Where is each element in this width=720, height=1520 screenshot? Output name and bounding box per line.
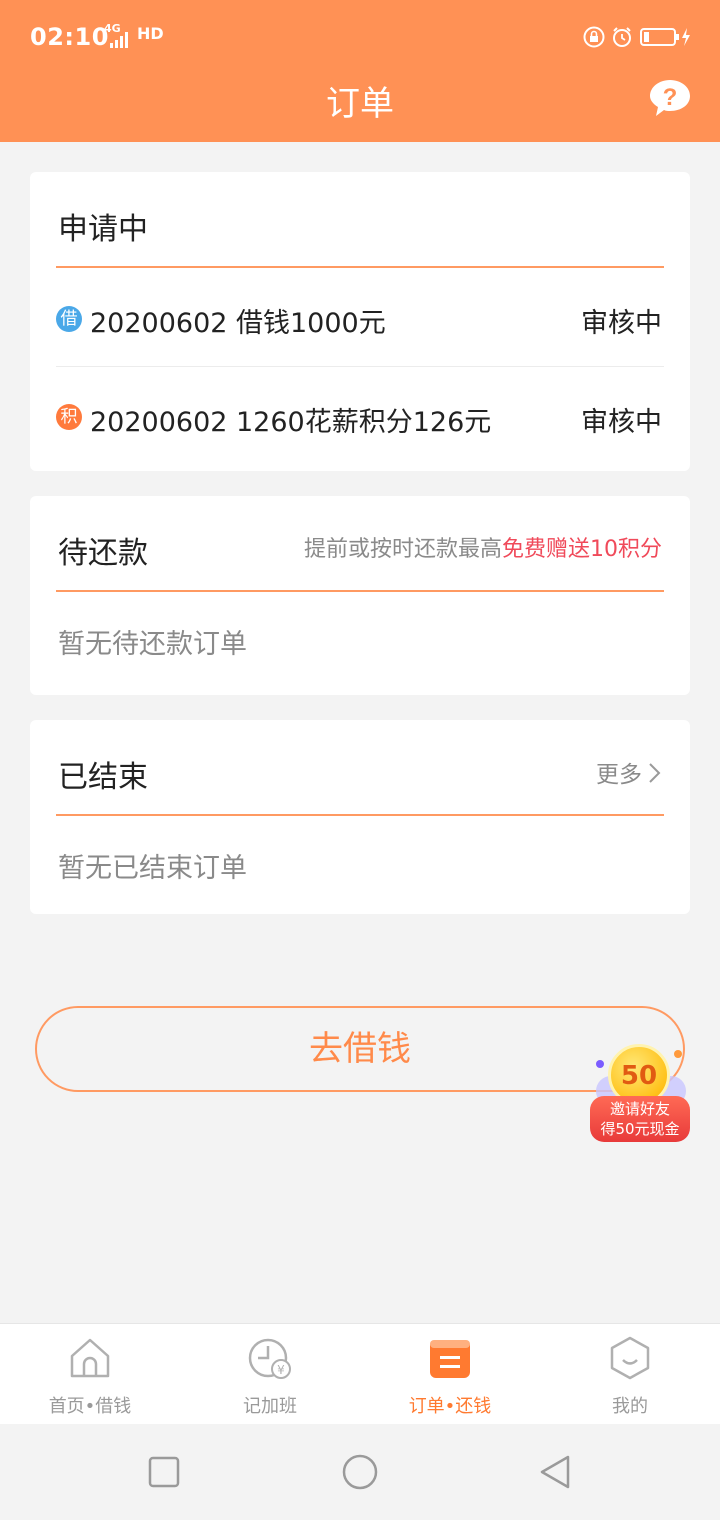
status-bar: 02:10 4G HD xyxy=(0,18,720,58)
home-circle-icon[interactable] xyxy=(342,1454,378,1490)
battery-icon xyxy=(640,28,679,46)
tab-mine[interactable]: 我的 xyxy=(540,1324,720,1424)
back-triangle-icon[interactable] xyxy=(538,1454,574,1490)
invite-friends-badge[interactable]: 50 邀请好友 得50元现金 xyxy=(590,1040,692,1142)
pending-empty-text: 暂无待还款订单 xyxy=(58,629,247,660)
invite-line1: 邀请好友 xyxy=(609,1100,670,1118)
bottom-tab-bar: 首页•借钱 ¥ 记加班 订单•还钱 我的 xyxy=(0,1323,720,1424)
svg-text:?: ? xyxy=(663,84,678,111)
repay-hint-highlight: 免费赠送10积分 xyxy=(502,537,662,562)
alarm-icon xyxy=(613,27,631,47)
divider xyxy=(56,590,664,592)
decoration xyxy=(674,1050,682,1058)
finished-empty-text: 暂无已结束订单 xyxy=(58,853,247,884)
finished-title: 已结束 xyxy=(58,760,148,795)
loan-badge-icon: 借 xyxy=(56,306,82,332)
recents-square-icon[interactable] xyxy=(146,1454,182,1490)
tab-label: 记加班 xyxy=(243,1396,297,1417)
question-icon[interactable]: ? xyxy=(648,78,692,118)
status-time: 02:10 xyxy=(30,23,109,51)
more-link[interactable]: 更多 xyxy=(596,755,662,789)
tab-label: 订单•还钱 xyxy=(408,1396,492,1417)
signal-icon xyxy=(110,32,128,48)
repay-hint: 提前或按时还款最高免费赠送10积分 xyxy=(304,531,662,563)
more-label: 更多 xyxy=(596,762,642,788)
header-bar: 02:10 4G HD 订单 ? xyxy=(0,0,720,142)
row-divider xyxy=(56,366,664,367)
pending-title: 待还款 xyxy=(58,536,148,571)
charging-icon xyxy=(682,28,690,46)
pending-card: 待还款 提前或按时还款最高免费赠送10积分 暂无待还款订单 xyxy=(30,496,690,695)
svg-text:¥: ¥ xyxy=(277,1363,285,1377)
tab-label: 首页•借钱 xyxy=(48,1396,132,1417)
profile-smile-icon xyxy=(610,1336,650,1380)
hd-indicator: HD xyxy=(137,24,164,43)
finished-card: 已结束 更多 暂无已结束订单 xyxy=(30,720,690,914)
applying-card: 申请中 借 20200602 借钱1000元 审核中 积 20200602 12… xyxy=(30,172,690,471)
order-text: 20200602 1260花薪积分126元 xyxy=(90,407,492,438)
tab-home[interactable]: 首页•借钱 xyxy=(0,1324,180,1424)
applying-title: 申请中 xyxy=(58,212,148,247)
clock-yen-icon: ¥ xyxy=(248,1338,291,1379)
points-badge-icon: 积 xyxy=(56,404,82,430)
lock-icon xyxy=(583,26,605,48)
system-nav-bar xyxy=(0,1424,720,1520)
borrow-button[interactable]: 去借钱 xyxy=(35,1006,685,1092)
order-status: 审核中 xyxy=(581,308,662,339)
order-list-icon xyxy=(430,1340,470,1378)
repay-hint-text: 提前或按时还款最高 xyxy=(303,537,502,562)
order-status: 审核中 xyxy=(581,407,662,438)
divider xyxy=(56,266,664,268)
tab-overtime[interactable]: ¥ 记加班 xyxy=(180,1324,360,1424)
invite-line2: 得50元现金 xyxy=(600,1120,680,1138)
page-title: 订单 xyxy=(326,84,394,124)
tab-orders[interactable]: 订单•还钱 xyxy=(360,1324,540,1424)
divider xyxy=(56,814,664,816)
decoration xyxy=(596,1060,604,1068)
invite-label: 邀请好友 得50元现金 xyxy=(590,1096,690,1142)
tab-label: 我的 xyxy=(612,1396,648,1417)
home-icon xyxy=(70,1338,110,1378)
order-text: 20200602 借钱1000元 xyxy=(90,308,386,339)
chevron-right-icon xyxy=(649,763,661,783)
